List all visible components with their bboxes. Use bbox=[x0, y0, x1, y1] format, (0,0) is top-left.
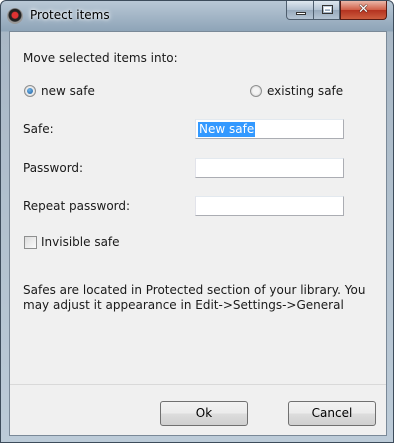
move-into-heading: Move selected items into: bbox=[23, 51, 178, 65]
new-safe-radio-label[interactable]: new safe bbox=[41, 84, 95, 98]
protect-items-dialog: Protect items ✕ Move selected items into… bbox=[0, 0, 394, 443]
safe-name-input-value: New safe bbox=[198, 122, 256, 137]
info-text-line-2: may adjust it appearance in Edit->Settin… bbox=[23, 298, 344, 312]
dialog-client-area: Move selected items into: new safe exist… bbox=[9, 31, 387, 436]
app-icon[interactable] bbox=[7, 8, 23, 24]
close-icon: ✕ bbox=[358, 2, 369, 17]
window-title: Protect items bbox=[30, 8, 110, 22]
form-panel: Move selected items into: new safe exist… bbox=[10, 32, 386, 383]
existing-safe-radio[interactable] bbox=[250, 85, 262, 97]
cancel-button[interactable]: Cancel bbox=[288, 401, 376, 426]
minimize-icon bbox=[296, 12, 306, 15]
password-input[interactable] bbox=[195, 158, 344, 178]
maximize-button[interactable] bbox=[313, 1, 340, 20]
close-button[interactable]: ✕ bbox=[340, 1, 387, 20]
password-label: Password: bbox=[23, 161, 84, 175]
safe-name-input[interactable]: New safe bbox=[195, 119, 344, 139]
ok-button[interactable]: Ok bbox=[160, 401, 248, 426]
invisible-safe-checkbox[interactable] bbox=[24, 236, 37, 249]
repeat-password-label: Repeat password: bbox=[23, 199, 131, 213]
info-text-line-1: Safes are located in Protected section o… bbox=[23, 283, 366, 297]
existing-safe-radio-label[interactable]: existing safe bbox=[267, 84, 343, 98]
maximize-icon bbox=[322, 5, 333, 14]
button-area-divider bbox=[10, 384, 386, 385]
new-safe-radio[interactable] bbox=[24, 85, 36, 97]
repeat-password-input[interactable] bbox=[195, 196, 344, 216]
invisible-safe-label[interactable]: Invisible safe bbox=[41, 235, 120, 249]
minimize-button[interactable] bbox=[286, 1, 314, 20]
safe-label: Safe: bbox=[23, 122, 54, 136]
